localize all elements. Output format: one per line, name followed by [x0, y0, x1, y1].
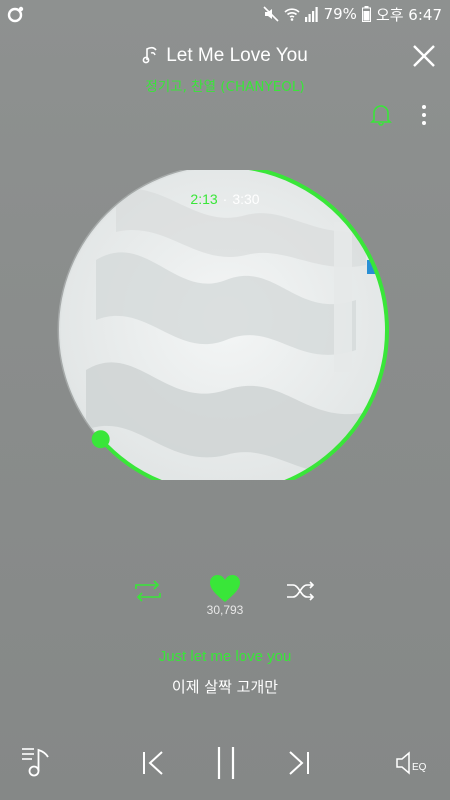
artist-name[interactable]: 정기고, 찬열 (CHANYEOL) [0, 75, 450, 95]
equalizer-speaker-icon: EQ [396, 751, 427, 775]
song-title-row: Let Me Love You [0, 42, 450, 70]
alarm-button[interactable] [368, 102, 394, 128]
status-bar: 79% 오후 6:47 [0, 0, 450, 28]
battery-icon [361, 6, 371, 22]
like-count: 30,793 [206, 603, 244, 617]
bell-icon [370, 105, 392, 126]
pause-button[interactable] [212, 744, 240, 782]
song-title: Let Me Love You [166, 45, 308, 66]
music-note-icon [142, 44, 160, 68]
shuffle-icon [287, 581, 315, 601]
lyric-next-line[interactable]: 이제 살짝 고개만 [0, 676, 450, 697]
playlist-button[interactable] [20, 744, 56, 780]
progress-knob[interactable] [91, 430, 110, 449]
more-options-button[interactable] [414, 102, 434, 128]
app-notification-icon [6, 4, 26, 24]
repeat-icon [135, 580, 161, 602]
status-time: 오후 6:47 [375, 5, 442, 24]
signal-icon [304, 6, 319, 22]
eq-label: EQ [412, 762, 427, 773]
mute-icon [263, 6, 279, 22]
lyric-current-line[interactable]: Just let me love you [0, 648, 450, 665]
pause-icon [217, 747, 235, 779]
more-vertical-icon [422, 105, 426, 125]
battery-percent: 79% [323, 5, 357, 23]
close-icon [413, 45, 435, 67]
current-time: 2:13 [190, 191, 218, 207]
heart-icon [210, 575, 240, 602]
close-button[interactable] [406, 38, 442, 74]
shuffle-button[interactable] [285, 578, 317, 604]
total-time: 3:30 [232, 191, 260, 207]
time-display: 2:13 · 3:30 [0, 191, 450, 207]
next-button[interactable] [284, 748, 314, 778]
time-separator: · [222, 191, 228, 207]
album-art-progress[interactable] [56, 164, 396, 496]
repeat-button[interactable] [132, 578, 164, 604]
wifi-icon [284, 6, 300, 22]
next-icon [289, 751, 309, 775]
playlist-icon [22, 748, 49, 777]
previous-button[interactable] [138, 748, 168, 778]
previous-icon [143, 751, 163, 775]
equalizer-button[interactable]: EQ [394, 748, 434, 778]
like-button[interactable] [208, 573, 242, 605]
